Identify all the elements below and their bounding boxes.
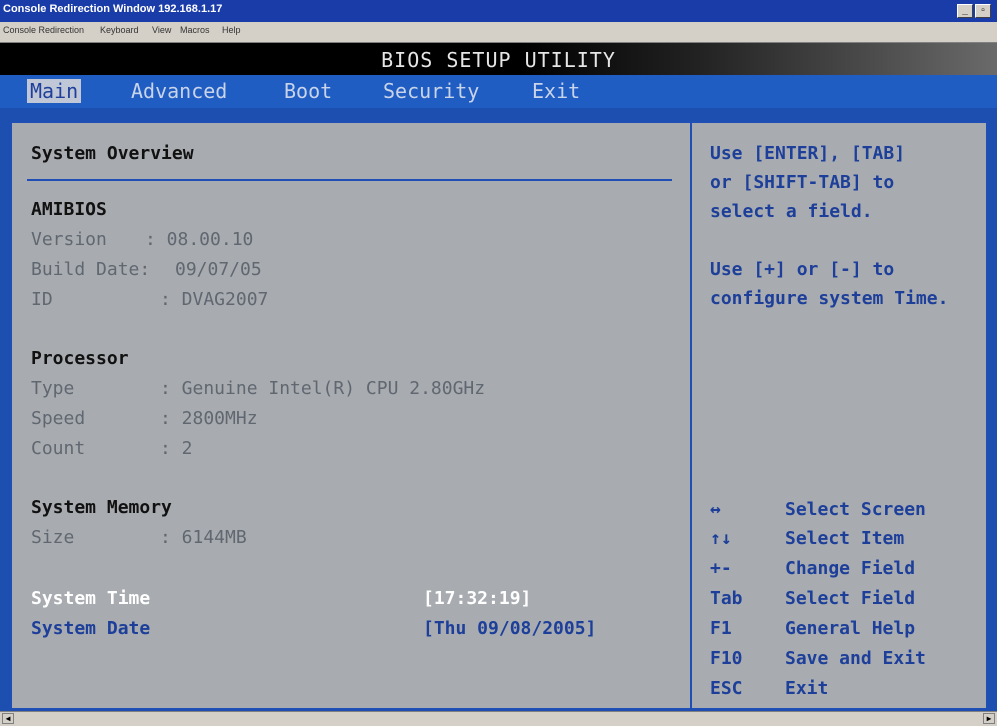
key-select-item-action: Select Item (785, 528, 905, 549)
help-line: select a field. (710, 201, 873, 222)
system-time-label[interactable]: System Time (31, 588, 150, 610)
tab-advanced[interactable]: Advanced (131, 79, 227, 103)
key-f10: F10 (710, 648, 743, 669)
bios-title: BIOS SETUP UTILITY (381, 48, 616, 72)
key-f10-action: Save and Exit (785, 648, 926, 669)
menu-keyboard[interactable]: Keyboard (100, 25, 139, 35)
minimize-button[interactable]: _ (957, 4, 973, 18)
horizontal-scrollbar[interactable]: ◀ ▶ (0, 711, 997, 726)
key-f1: F1 (710, 618, 732, 639)
build-date-value: 09/07/05 (175, 259, 262, 280)
build-date-label: Build Date: (31, 259, 151, 280)
bios-title-bar: BIOS SETUP UTILITY (0, 43, 997, 75)
processor-type-value: : Genuine Intel(R) CPU 2.80GHz (160, 378, 486, 399)
maximize-button[interactable]: ▫ (975, 4, 991, 18)
tab-security[interactable]: Security (383, 79, 479, 103)
processor-speed-value: : 2800MHz (160, 408, 258, 429)
key-change-field-action: Change Field (785, 558, 916, 579)
help-line: Use [ENTER], [TAB] (710, 143, 906, 164)
tab-main[interactable]: Main (27, 79, 82, 103)
processor-count-value: : 2 (160, 438, 193, 459)
bios-tab-bar: Main Advanced Boot Security Exit (0, 75, 997, 108)
key-esc: ESC (710, 678, 743, 699)
window-controls: _ ▫ (957, 4, 991, 18)
key-change-field: +- (710, 558, 732, 579)
menu-view[interactable]: View (152, 25, 171, 35)
processor-speed-label: Speed (31, 408, 86, 429)
scroll-left-icon[interactable]: ◀ (2, 713, 14, 724)
window-title: Console Redirection Window 192.168.1.17 (3, 3, 223, 15)
system-time-value[interactable]: [17:32:19] (423, 588, 531, 610)
menu-macros[interactable]: Macros (180, 25, 210, 35)
help-line: configure system Time. (710, 288, 949, 309)
menu-console-redirection[interactable]: Console Redirection (3, 25, 84, 35)
scroll-right-icon[interactable]: ▶ (983, 713, 995, 724)
overview-separator (27, 179, 672, 181)
system-date-label[interactable]: System Date (31, 618, 150, 640)
amibios-heading: AMIBIOS (31, 199, 107, 220)
system-date-value[interactable]: [Thu 09/08/2005] (423, 618, 596, 640)
id-value: : DVAG2007 (160, 289, 269, 310)
memory-size-label: Size (31, 527, 75, 548)
version-label: Version (31, 229, 107, 250)
menu-help[interactable]: Help (222, 25, 241, 35)
key-select-item: ↑↓ (710, 528, 732, 549)
help-line: or [SHIFT-TAB] to (710, 172, 895, 193)
key-tab-action: Select Field (785, 588, 916, 609)
system-overview-heading: System Overview (31, 143, 194, 164)
help-line: Use [+] or [-] to (710, 259, 895, 280)
version-value: : 08.00.10 (145, 229, 254, 250)
processor-type-label: Type (31, 378, 75, 399)
key-f1-action: General Help (785, 618, 916, 639)
window-menubar: Console Redirection Keyboard View Macros… (0, 22, 997, 43)
memory-size-value: : 6144MB (160, 527, 247, 548)
tab-boot[interactable]: Boot (284, 79, 332, 103)
key-select-screen-action: Select Screen (785, 499, 926, 520)
panel-divider (690, 121, 692, 710)
key-tab: Tab (710, 588, 743, 609)
system-memory-heading: System Memory (31, 497, 172, 518)
processor-count-label: Count (31, 438, 86, 459)
key-esc-action: Exit (785, 678, 829, 699)
id-label: ID (31, 289, 53, 310)
key-select-screen: ↔ (710, 499, 721, 520)
tab-exit[interactable]: Exit (532, 79, 580, 103)
processor-heading: Processor (31, 348, 129, 369)
window-titlebar: Console Redirection Window 192.168.1.17 … (0, 0, 997, 22)
